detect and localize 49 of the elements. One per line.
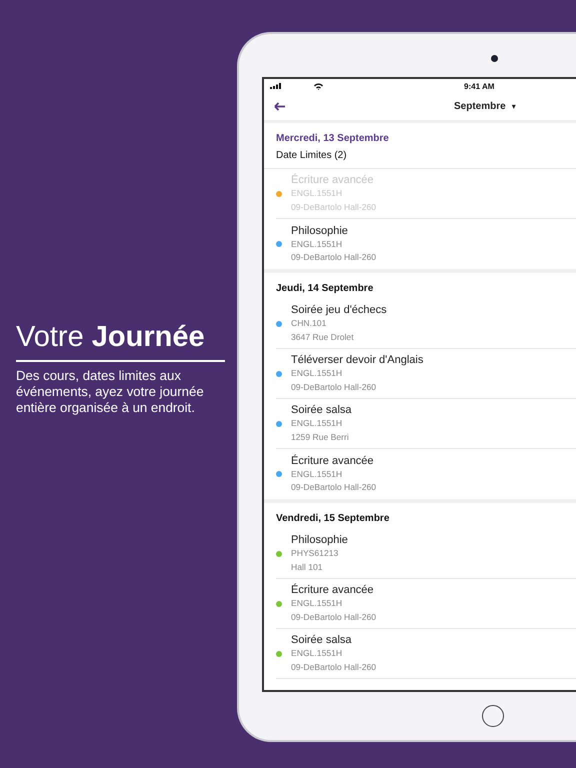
course-code: ENGL.1551H (291, 187, 344, 200)
event-location: Hall 101 (291, 560, 324, 574)
caret-icon: ▾ (512, 102, 516, 111)
date-heading: Vendredi, 15 Septembre (275, 512, 390, 525)
event-location: 09-DeBartolo Hall-260 (291, 251, 376, 264)
event-location: 09-DeBartolo Hall-260 (291, 481, 376, 494)
headline: Votre Journée (16, 320, 206, 355)
event-item[interactable]: Philosophie PHYS61213 Hall 101 (276, 529, 576, 579)
event-location: 09-DeBartolo Hall-260 (291, 200, 376, 214)
course-code: ENGL.1551H (291, 468, 344, 480)
course-code: ENGL.1551H (291, 367, 344, 380)
date-heading: Mercredi, 13 Septembre (275, 132, 390, 145)
status-time: 9:41 AM (464, 82, 494, 90)
event-title: Soirée jeu d'échecs (291, 303, 387, 317)
course-code: ENGL.1551H (291, 647, 344, 660)
event-location: 09-DeBartolo Hall-260 (291, 610, 376, 624)
course-code: ENGL.1551H (291, 417, 344, 430)
course-code: ENGL.1551H (291, 238, 344, 250)
event-title: Soirée salsa (291, 633, 353, 647)
event-item[interactable]: Soirée jeu d'échecs CHN.101 3647 Rue Drolet (276, 299, 576, 349)
event-title: Téléverser devoir d'Anglais (291, 353, 424, 367)
course-code: ENGL.1551H (291, 597, 344, 610)
event-location: 09-DeBartolo Hall-260 (291, 380, 378, 394)
signal-icon (270, 83, 281, 89)
month-dropdown[interactable]: Septembre ▾ (454, 101, 516, 112)
event-item[interactable]: Téléverser devoir d'Anglais ENGL.1551H 09-DeBartolo Hall-260 (276, 349, 576, 399)
event-title: Écriture avancée (291, 454, 375, 468)
event-location: 3647 Rue Drolet (291, 330, 355, 344)
event-item[interactable]: Philosophie ENGL.1551H 09-DeBartolo Hall-260 (276, 219, 576, 269)
camera-icon (491, 55, 498, 62)
deadline-count: Date Limites (2) (264, 145, 576, 169)
event-location: 1259 Rue Berri (291, 430, 350, 444)
event-location: 09-DeBartolo Hall-260 (291, 660, 376, 674)
event-title: Écriture avancée (291, 583, 375, 597)
home-button[interactable] (482, 705, 504, 727)
course-code: PHYS61213 (291, 547, 340, 560)
wifi-icon (314, 82, 323, 90)
back-arrow-icon[interactable] (274, 102, 285, 111)
event-item[interactable]: Soirée salsa ENGL.1551H 1259 Rue Berri (276, 399, 576, 449)
event-title: Soirée salsa (291, 403, 352, 417)
course-code: CHN.101 (291, 317, 328, 330)
promo-text: Des cours, dates limites aux événements, ayez votre journée entière organisée à un endroit. (16, 368, 205, 416)
event-item[interactable]: Écriture avancée ENGL.1551H 09-DeBartolo Hall-260 (276, 579, 576, 629)
event-item[interactable]: Soirée salsa ENGL.1551H 09-DeBartolo Hall-260 (276, 629, 576, 679)
event-title: Écriture avancée (291, 173, 375, 187)
event-title: Philosophie (291, 533, 348, 547)
event-item[interactable]: Écriture avancée ENGL.1551H 09-DeBartolo Hall-260 (276, 449, 576, 499)
date-heading: Jeudi, 14 Septembre (275, 282, 374, 295)
event-title: Philosophie (291, 224, 349, 238)
